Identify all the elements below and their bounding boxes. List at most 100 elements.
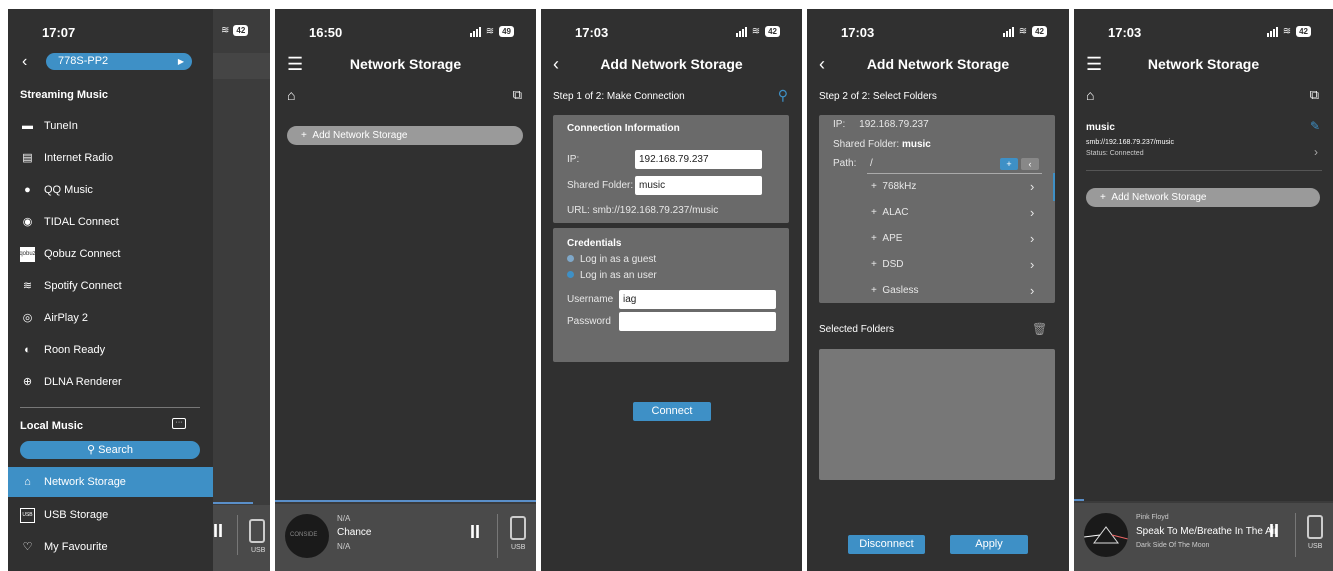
menu-icon[interactable]: ☰ [287, 51, 303, 77]
shared-folder-field[interactable]: music [635, 176, 762, 195]
menu-label: QQ Music [44, 184, 93, 196]
menu-label: Qobuz Connect [44, 248, 121, 260]
pause-icon[interactable]: II [213, 521, 223, 542]
edit-icon[interactable]: ✎ [1310, 119, 1320, 133]
ip-field[interactable]: 192.168.79.237 [635, 150, 762, 169]
heart-icon: ♡ [22, 541, 33, 553]
wifi-icon: ≋ [1018, 26, 1028, 37]
mini-player[interactable]: CONSIDE N/A Chance N/A II USB [275, 502, 536, 571]
password-field[interactable] [619, 312, 776, 331]
chevron-right-icon[interactable]: › [1030, 205, 1034, 220]
device-name: 778S-PP2 [58, 55, 109, 67]
folder-item[interactable]: + ALAC [871, 207, 909, 218]
device-selector[interactable]: 778S-PP2 ▶ [46, 53, 192, 70]
share-row[interactable]: music smb://192.168.79.237/music Status:… [1086, 119, 1322, 171]
tunein-icon: ▬ [22, 120, 33, 132]
add-share-icon[interactable]: ⧉ [1310, 87, 1319, 103]
pause-icon[interactable]: II [1269, 521, 1279, 542]
menu-item-spotify[interactable]: ≋ Spotify Connect [20, 276, 210, 296]
menu-item-roon[interactable]: ◐ Roon Ready [20, 340, 210, 360]
share-url: smb://192.168.79.237/music [1086, 139, 1174, 146]
chevron-right-icon[interactable]: › [1030, 257, 1034, 272]
menu-item-internet-radio[interactable]: ▤ Internet Radio [20, 148, 210, 168]
plus-icon: + [1100, 192, 1106, 203]
add-share-icon[interactable]: ⧉ [513, 87, 522, 103]
user-radio[interactable]: Log in as an user [567, 270, 657, 281]
menu-item-qq-music[interactable]: ● QQ Music [20, 180, 210, 200]
scrollbar[interactable] [1053, 173, 1055, 201]
folder-value: music [901, 139, 931, 150]
user-label: Log in as an user [580, 270, 657, 281]
menu-item-network-storage[interactable]: ⌂ Network Storage [8, 467, 213, 497]
progress-line [213, 502, 253, 504]
home-icon[interactable]: ⌂ [287, 87, 295, 103]
path-back-button[interactable]: ‹ [1021, 158, 1039, 170]
trash-icon[interactable]: 🗑︎ [1032, 322, 1047, 336]
menu-item-tidal[interactable]: ◉ TIDAL Connect [20, 212, 210, 232]
menu-item-favourite[interactable]: ♡ My Favourite [20, 537, 210, 557]
battery-icon: 42 [1032, 26, 1047, 37]
apply-button[interactable]: Apply [950, 535, 1028, 554]
battery-icon: 49 [499, 26, 514, 37]
folder-item[interactable]: + DSD [871, 259, 904, 270]
back-icon[interactable]: ‹ [22, 53, 27, 71]
wifi-icon: ≋ [1282, 26, 1292, 37]
menu-item-qobuz[interactable]: qobuz Qobuz Connect [19, 244, 210, 264]
qq-icon: ● [24, 184, 31, 196]
add-label: Add Network Storage [1111, 192, 1207, 203]
username-field[interactable]: iag [619, 290, 776, 309]
chevron-right-icon[interactable]: › [1030, 231, 1034, 246]
ip-row: IP: 192.168.79.237 [833, 119, 929, 130]
home-icon[interactable]: ⌂ [1086, 87, 1094, 103]
add-network-storage-button[interactable]: + Add Network Storage [1086, 188, 1320, 207]
speaker-icon[interactable] [1307, 515, 1323, 539]
usb-icon: USB [20, 507, 35, 523]
chevron-right-icon[interactable]: › [1314, 145, 1318, 159]
mini-player[interactable]: Pink Floyd Speak To Me/Breathe In The Ai… [1074, 501, 1333, 571]
back-icon[interactable]: ‹ [553, 51, 559, 77]
phone-add-step2: 17:03 ≋ 42 ‹ Add Network Storage Step 2 … [807, 9, 1069, 571]
menu-item-dlna[interactable]: ⊕ DLNA Renderer [20, 372, 210, 392]
chat-icon[interactable]: ··· [172, 418, 186, 429]
menu-item-airplay[interactable]: ◎ AirPlay 2 [20, 308, 210, 328]
header: ☰ Network Storage [275, 51, 536, 77]
add-network-storage-button[interactable]: + Add Network Storage [287, 126, 523, 145]
guest-radio[interactable]: Log in as a guest [567, 254, 656, 265]
battery-icon: 42 [233, 25, 249, 36]
connect-button[interactable]: Connect [633, 402, 711, 421]
folder-item[interactable]: + Gasless [871, 285, 919, 296]
roon-icon: ◐ [24, 344, 31, 356]
usb-label: USB [251, 547, 266, 554]
chevron-right-icon[interactable]: › [1030, 283, 1034, 298]
add-label: Add Network Storage [312, 130, 408, 141]
dlna-icon: ⊕ [22, 376, 33, 388]
radio-icon: ▤ [22, 152, 33, 164]
add-folder-button[interactable]: + [1000, 158, 1018, 170]
dimmed-content[interactable]: ≋ 42 II USB [213, 9, 270, 571]
menu-label: My Favourite [44, 541, 108, 553]
folder-name: ALAC [882, 207, 909, 218]
menu-label: DLNA Renderer [44, 376, 122, 388]
folder-name: 768kHz [882, 181, 917, 192]
search-icon[interactable]: ⚲ [778, 87, 788, 104]
track-info: Pink Floyd Speak To Me/Breathe In The Ai… [1136, 511, 1277, 553]
streaming-header: Streaming Music [20, 89, 109, 101]
artist: Pink Floyd [1136, 514, 1169, 521]
folder-item[interactable]: + 768kHz [871, 181, 916, 192]
credentials-box: Credentials Log in as a guest Log in as … [553, 228, 789, 362]
menu-icon[interactable]: ☰ [1086, 51, 1102, 77]
menu-item-tunein[interactable]: ▬ TuneIn [20, 116, 210, 136]
chevron-right-icon[interactable]: › [1030, 179, 1034, 194]
disconnect-button[interactable]: Disconnect [848, 535, 925, 554]
folder-browser: IP: 192.168.79.237 Shared Folder: music … [819, 115, 1055, 303]
connection-box: Connection Information IP: 192.168.79.23… [553, 115, 789, 223]
search-button[interactable]: ⚲ Search [20, 441, 200, 459]
status-bar: 17:03 ≋ 42 [541, 9, 802, 43]
menu-item-usb-storage[interactable]: USB USB Storage [20, 505, 210, 525]
folder-item[interactable]: + APE [871, 233, 902, 244]
pause-icon[interactable]: II [470, 522, 480, 543]
speaker-icon[interactable] [249, 519, 265, 543]
speaker-icon[interactable] [510, 516, 526, 540]
path-value: / [870, 158, 873, 169]
back-icon[interactable]: ‹ [819, 51, 825, 77]
